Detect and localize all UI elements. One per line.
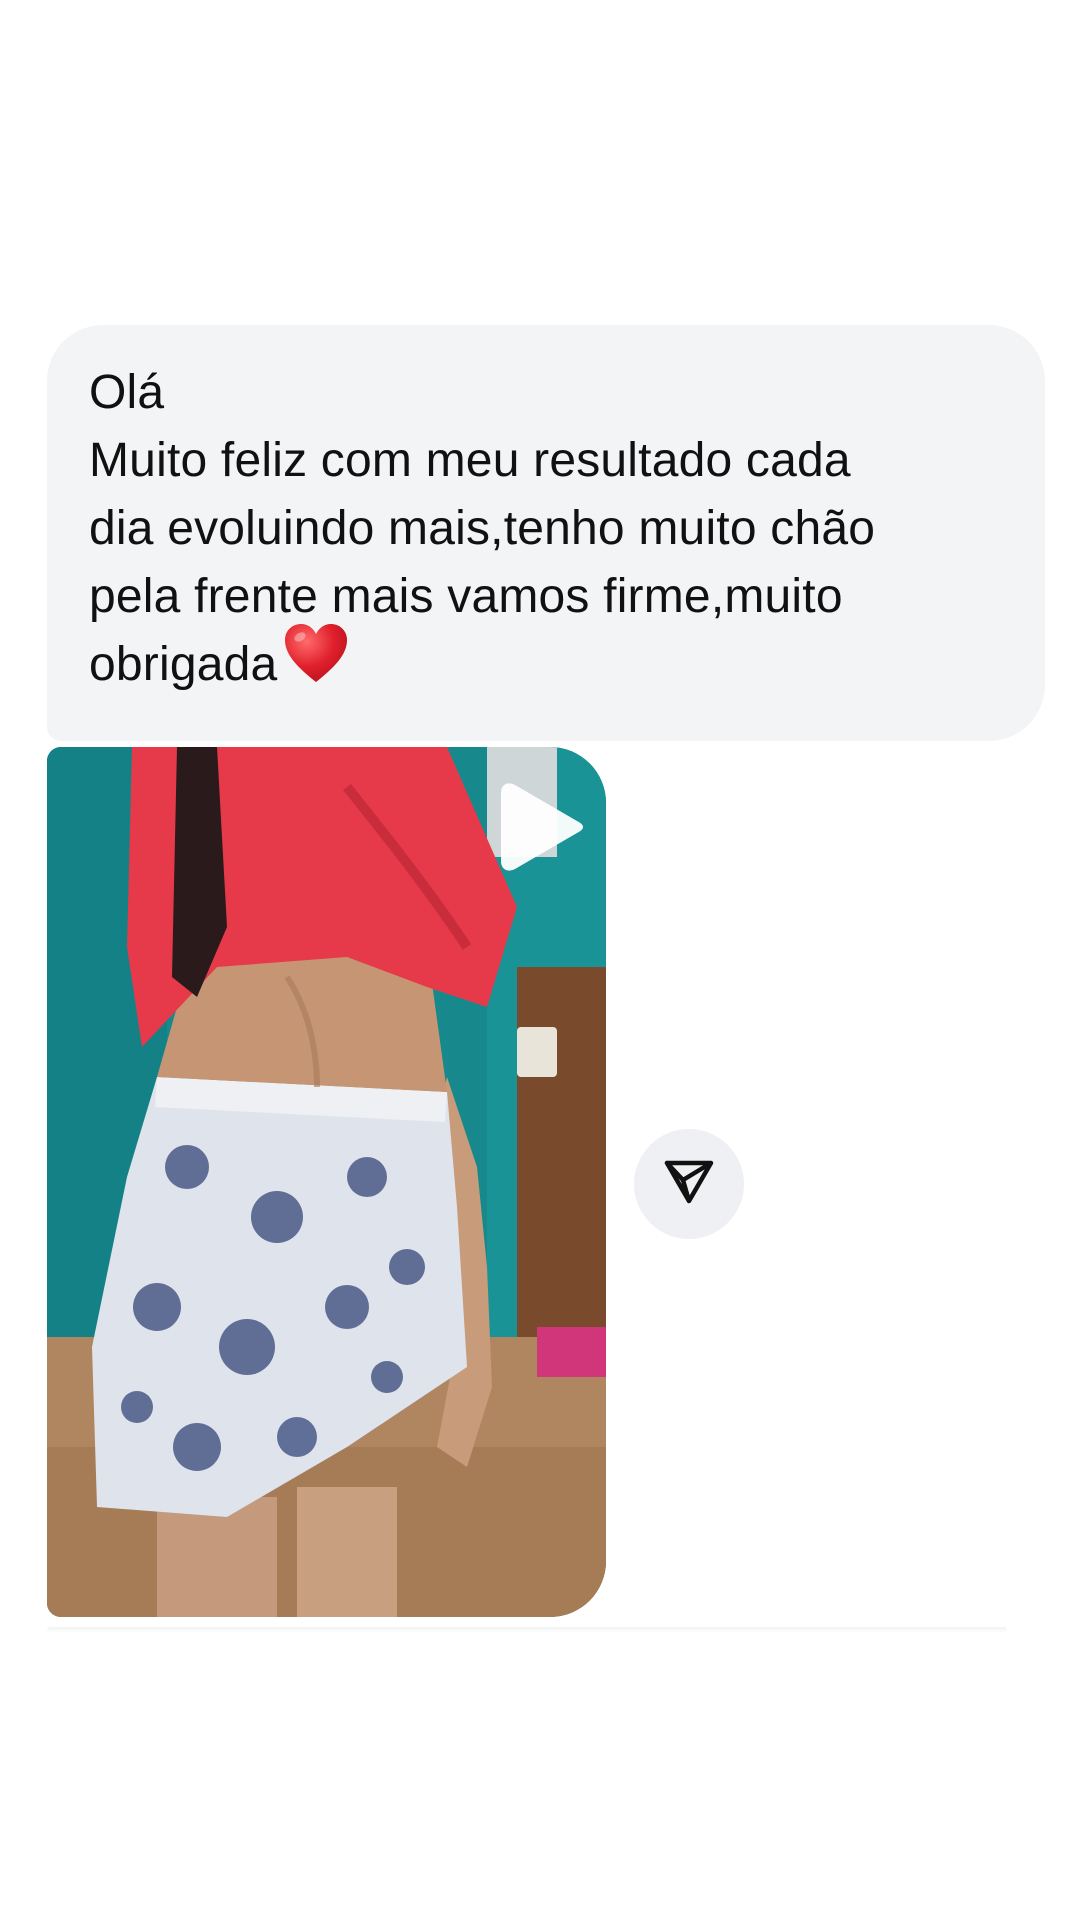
- chat-screen: Olá Muito feliz com meu resultado cada d…: [0, 0, 1080, 1920]
- message-line-5: obrigada: [89, 623, 1003, 703]
- message-line-5-text: obrigada: [89, 638, 278, 691]
- play-icon[interactable]: [497, 777, 587, 877]
- video-thumbnail-image: [47, 747, 606, 1617]
- video-attachment[interactable]: [47, 747, 606, 1617]
- send-paper-plane-icon: [662, 1155, 716, 1214]
- message-line-1: Olá: [89, 366, 165, 419]
- message-line-2: Muito feliz com meu resultado cada: [89, 434, 851, 487]
- message-bubble[interactable]: Olá Muito feliz com meu resultado cada d…: [47, 325, 1045, 741]
- red-heart-icon: [283, 622, 349, 703]
- share-button[interactable]: [634, 1129, 744, 1239]
- message-line-3: dia evoluindo mais,tenho muito chão: [89, 502, 876, 555]
- message-line-4: pela frente mais vamos firme,muito: [89, 570, 843, 623]
- divider: [47, 1627, 1007, 1633]
